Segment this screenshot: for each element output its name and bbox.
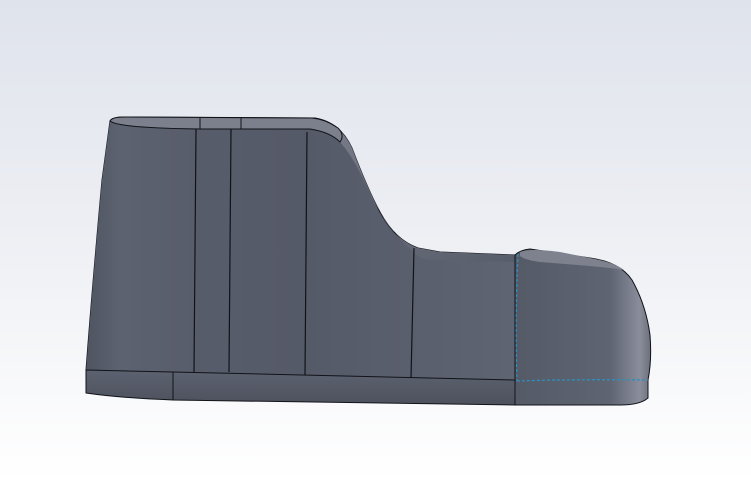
shoe-model[interactable]: [0, 0, 751, 481]
graphics-viewport[interactable]: [0, 0, 751, 481]
toe-cap[interactable]: [514, 248, 652, 406]
heel-face[interactable]: [86, 117, 196, 372]
